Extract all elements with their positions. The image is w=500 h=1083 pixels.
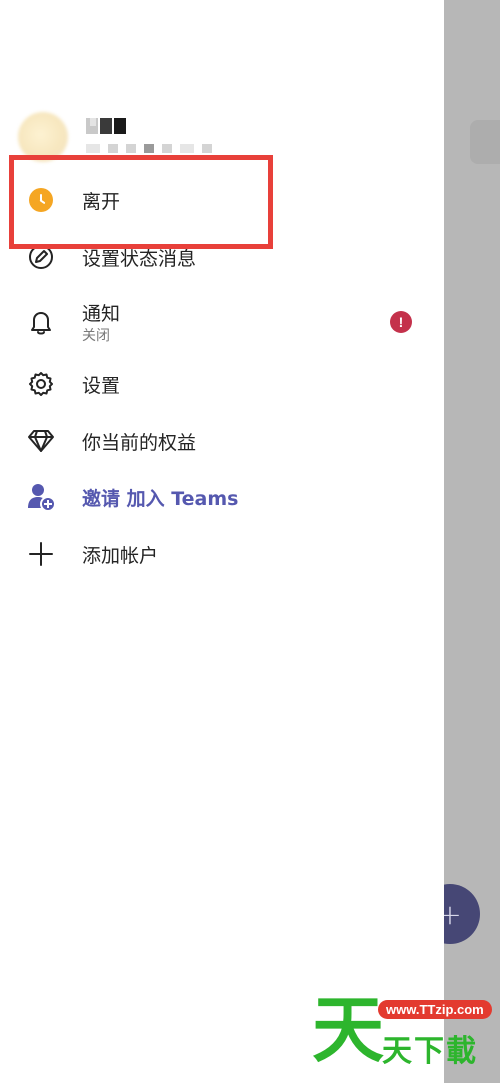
menu-item-away[interactable]: 离开 xyxy=(0,172,444,228)
notifications-alert-badge: ! xyxy=(390,311,412,333)
site-watermark: 天 www.TTzip.com 天下載 xyxy=(308,990,492,1070)
settings-label: 设置 xyxy=(82,375,121,397)
profile-header[interactable] xyxy=(18,112,268,162)
notifications-status: 关闭 xyxy=(82,328,110,344)
add-person-icon xyxy=(26,482,56,512)
menu-item-settings[interactable]: 设置 xyxy=(0,356,444,412)
diamond-icon xyxy=(26,426,56,456)
set-status-message-label: 设置状态消息 xyxy=(82,248,197,270)
background-search-bar xyxy=(470,120,500,164)
menu-item-benefits[interactable]: 你当前的权益 xyxy=(0,413,444,469)
avatar xyxy=(18,112,68,162)
add-account-label: 添加帐户 xyxy=(82,545,159,567)
menu-item-notifications[interactable]: 通知 关闭 ! xyxy=(0,294,444,350)
plus-icon xyxy=(26,539,56,569)
bell-icon xyxy=(26,307,56,337)
watermark-url: www.TTzip.com xyxy=(378,1000,492,1019)
benefits-label: 你当前的权益 xyxy=(82,432,197,454)
watermark-text: 天下載 xyxy=(382,1034,478,1069)
away-clock-icon xyxy=(26,185,56,215)
gear-icon xyxy=(26,369,56,399)
menu-item-invite-to-teams[interactable]: 邀请 加入 Teams xyxy=(0,469,444,525)
account-drawer: 离开 设置状态消息 通知 关闭 ! 设置 你当前的权益 邀请 加入 Teams … xyxy=(0,0,444,1083)
notifications-label: 通知 xyxy=(82,303,121,325)
watermark-logo-char: 天 xyxy=(312,988,385,1072)
user-name-redacted xyxy=(86,118,156,136)
away-label: 离开 xyxy=(82,191,121,213)
user-email-redacted xyxy=(86,142,226,154)
edit-status-icon xyxy=(26,242,56,272)
menu-item-set-status-message[interactable]: 设置状态消息 xyxy=(0,229,444,285)
menu-item-add-account[interactable]: 添加帐户 xyxy=(0,526,444,582)
invite-label: 邀请 加入 Teams xyxy=(82,488,239,510)
